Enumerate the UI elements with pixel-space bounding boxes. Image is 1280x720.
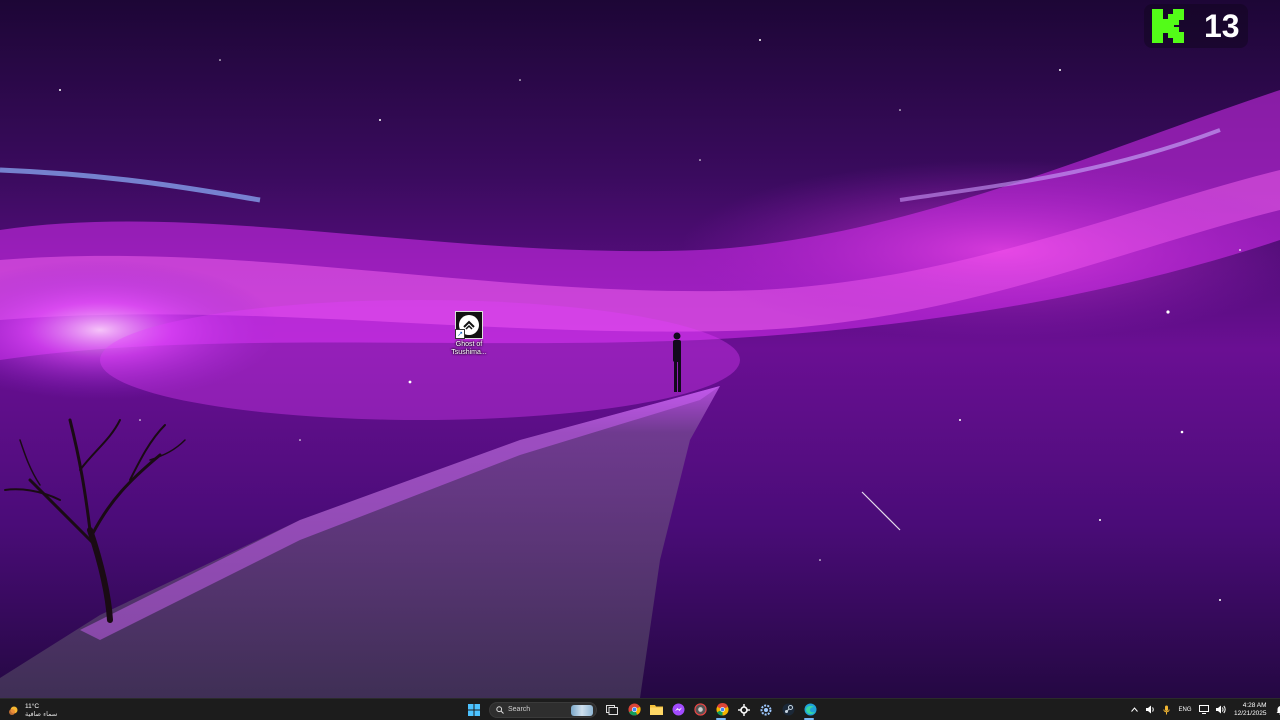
taskbar-app-chrome[interactable]	[623, 699, 645, 720]
start-button[interactable]	[463, 699, 485, 720]
ghost-of-tsushima-icon: ↗	[455, 311, 483, 339]
taskbar-clock[interactable]: 4:28 AM 12/21/2025	[1234, 702, 1267, 718]
weather-temperature: 11°C	[25, 702, 40, 710]
taskbar-app-steelseries[interactable]	[733, 699, 755, 720]
taskbar-app-steam[interactable]	[777, 699, 799, 720]
desktop-icon-label: Ghost of Tsushima...	[451, 341, 487, 356]
tray-volume-button[interactable]	[1212, 699, 1228, 720]
taskbar-app-chrome-dev[interactable]	[711, 699, 733, 720]
clock-date: 12/21/2025	[1234, 709, 1267, 717]
chevron-up-icon	[1130, 707, 1138, 712]
taskbar-center: Search	[463, 699, 821, 720]
search-highlight-image	[571, 704, 593, 716]
chrome-icon	[627, 703, 641, 716]
microphone-icon	[1162, 705, 1170, 714]
weather-widget[interactable]: 11°C سماء صافية	[8, 701, 57, 719]
show-hidden-icons-button[interactable]	[1126, 699, 1142, 720]
file-explorer-icon	[649, 705, 663, 715]
input-language-indicator[interactable]: ENG	[1174, 699, 1196, 720]
tray-network-button[interactable]	[1196, 699, 1212, 720]
desktop-wallpaper	[0, 0, 1280, 698]
taskbar-app-edge[interactable]	[799, 699, 821, 720]
shortcut-arrow-icon: ↗	[455, 329, 465, 339]
network-display-icon	[1199, 705, 1209, 714]
sun-icon	[9, 706, 18, 715]
chrome-alt-icon	[693, 703, 707, 716]
taskbar-app-chrome-alt[interactable]	[689, 699, 711, 720]
desktop-shortcut-ghost-of-tsushima[interactable]: ↗ Ghost of Tsushima...	[446, 311, 492, 357]
volume-icon	[1215, 705, 1226, 714]
chrome-dev-icon	[715, 703, 729, 716]
speaker-icon	[1146, 705, 1154, 714]
weather-condition: سماء صافية	[25, 709, 58, 718]
notification-center-button[interactable]	[1273, 699, 1280, 720]
taskbar-app-file-explorer[interactable]	[645, 699, 667, 720]
taskbar-search-box[interactable]: Search	[489, 701, 597, 718]
search-icon	[496, 705, 504, 714]
steelseries-icon	[738, 703, 750, 716]
edge-icon	[804, 703, 816, 716]
kick-logo-icon	[1152, 9, 1184, 43]
steam-icon	[782, 703, 794, 716]
tray-microphone-button[interactable]	[1158, 699, 1174, 720]
follower-count: 13	[1204, 8, 1240, 44]
taskbar: 11°C سماء صافية Search ENG 4:28 AM 12/21…	[0, 698, 1280, 720]
kick-follower-overlay: 13	[1144, 4, 1248, 48]
system-tray: ENG 4:28 AM 12/21/2025	[1126, 699, 1280, 720]
settings-icon	[760, 704, 772, 715]
tray-speaker-button[interactable]	[1142, 699, 1158, 720]
task-view-button[interactable]	[601, 699, 623, 720]
clock-time: 4:28 AM	[1242, 701, 1267, 709]
windows-start-icon	[468, 703, 480, 716]
notification-bell-icon	[1276, 705, 1280, 715]
taskbar-app-messenger[interactable]	[667, 699, 689, 720]
taskbar-app-settings[interactable]	[755, 699, 777, 720]
search-placeholder: Search	[508, 706, 531, 713]
task-view-icon	[606, 704, 618, 715]
messenger-icon	[672, 703, 684, 716]
